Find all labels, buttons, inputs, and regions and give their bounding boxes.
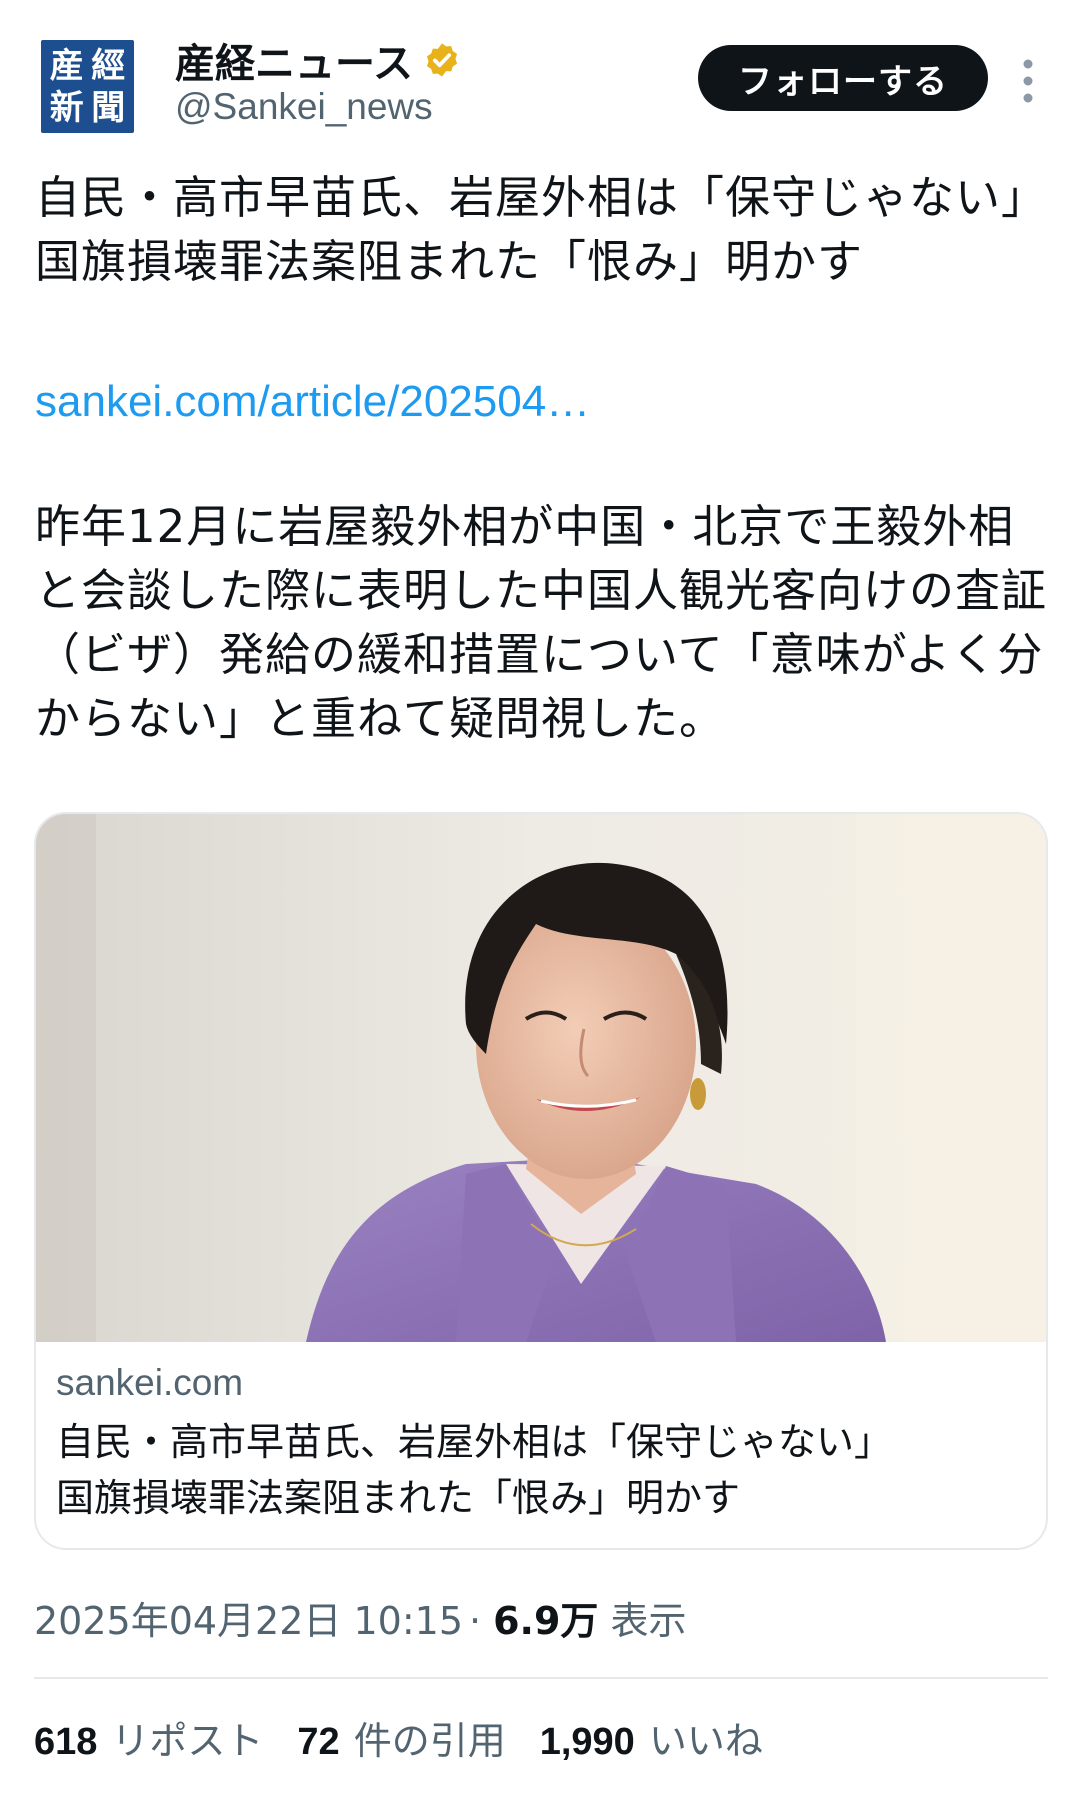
account-handle[interactable]: @Sankei_news	[175, 86, 433, 128]
display-name-row[interactable]: 産経ニュース	[175, 31, 461, 89]
card-title-line-1: 自民・高市早苗氏、岩屋外相は「保守じゃない」	[56, 1420, 893, 1464]
article-photo[interactable]	[36, 814, 1046, 1342]
likes-label: いいね	[648, 1719, 763, 1763]
tweet-header: 産 經 新 聞 産経ニュース @Sankei_news フォローする	[0, 0, 1080, 150]
reposts-stat[interactable]: 618 リポスト	[34, 1710, 263, 1765]
tweet-headline-text: 自民・高市早苗氏、岩屋外相は「保守じゃない」 国旗損壊罪法案阻まれた「恨み」明か…	[35, 171, 1071, 288]
avatar-char-4: 聞	[91, 88, 126, 128]
meta-separator: ·	[469, 1599, 482, 1643]
avatar-char-2: 經	[91, 46, 126, 86]
likes-count: 1,990	[539, 1721, 635, 1763]
reposts-label: リポスト	[111, 1719, 264, 1763]
more-options-icon[interactable]	[1016, 56, 1040, 106]
quotes-label: 件の引用	[353, 1719, 506, 1763]
link-preview-card[interactable]: sankei.com 自民・高市早苗氏、岩屋外相は「保守じゃない」 国旗損壊罪法…	[34, 812, 1048, 1550]
tweet-body-text: 昨年12月に岩屋毅外相が中国・北京で王毅外相と会談した際に表明した中国人観光客向…	[35, 500, 1048, 745]
avatar-char-3: 新	[49, 88, 84, 128]
reposts-count: 618	[34, 1721, 98, 1763]
views-count: 6.9万	[493, 1599, 599, 1643]
engagement-stats: 618 リポスト 72 件の引用 1,990 いいね	[34, 1710, 797, 1765]
display-name[interactable]: 産経ニュース	[175, 31, 413, 89]
quotes-stat[interactable]: 72 件の引用	[297, 1710, 505, 1765]
divider	[34, 1677, 1048, 1679]
likes-stat[interactable]: 1,990 いいね	[540, 1710, 763, 1765]
card-title-line-2: 国旗損壊罪法案阻まれた「恨み」明かす	[56, 1476, 741, 1520]
card-title: 自民・高市早苗氏、岩屋外相は「保守じゃない」 国旗損壊罪法案阻まれた「恨み」明か…	[56, 1414, 1016, 1526]
follow-button[interactable]: フォローする	[698, 45, 988, 111]
avatar[interactable]: 産 經 新 聞	[41, 40, 134, 133]
tweet-meta: 2025年04月22日 10:15 · 6.9万 表示	[34, 1590, 686, 1645]
card-domain: sankei.com	[56, 1362, 244, 1403]
verified-badge-icon[interactable]	[423, 41, 461, 79]
quotes-count: 72	[297, 1721, 340, 1763]
avatar-char-1: 産	[49, 46, 84, 86]
tweet-article-link[interactable]: sankei.com/article/202504…	[35, 370, 590, 434]
views-label: 表示	[610, 1599, 687, 1643]
tweet-timestamp[interactable]: 2025年04月22日 10:15	[34, 1590, 463, 1645]
